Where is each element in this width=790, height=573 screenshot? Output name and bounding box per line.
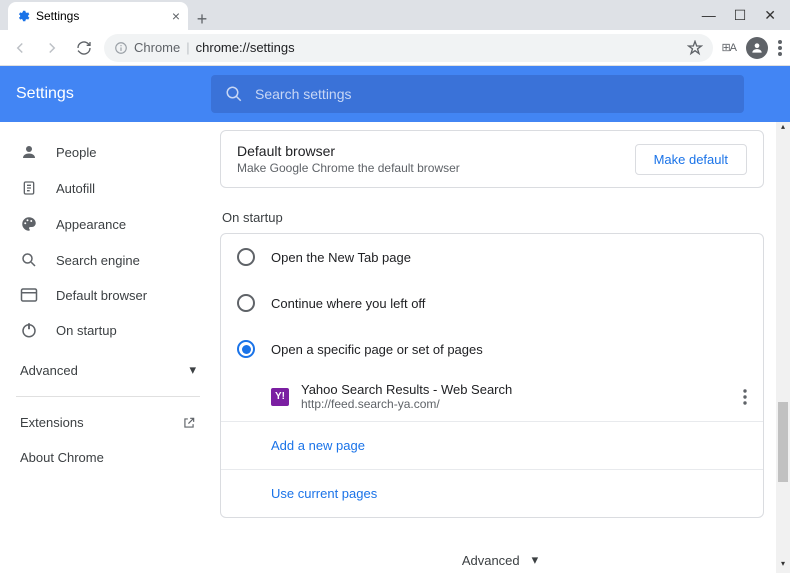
radio-icon [237, 294, 255, 312]
sidebar-advanced[interactable]: Advanced▾ [0, 352, 216, 388]
browser-tab[interactable]: Settings × [8, 2, 188, 30]
sidebar-item-search[interactable]: Search engine [0, 242, 216, 278]
reload-button[interactable] [72, 36, 96, 60]
sidebar-item-extensions[interactable]: Extensions [0, 405, 216, 440]
default-browser-title: Default browser [237, 143, 460, 159]
forward-button[interactable] [40, 36, 64, 60]
advanced-footer[interactable]: Advanced ▾ [216, 518, 784, 573]
tab-close-icon[interactable]: × [172, 8, 180, 24]
radio-icon [237, 248, 255, 266]
omnibox-prefix: Chrome [134, 40, 180, 55]
omnibox-url: chrome://settings [196, 40, 295, 55]
search-icon [225, 85, 243, 103]
star-icon[interactable] [687, 40, 703, 56]
open-external-icon [182, 416, 196, 430]
startup-page-url: http://feed.search-ya.com/ [301, 397, 512, 411]
sidebar-item-about[interactable]: About Chrome [0, 440, 216, 475]
add-new-page-link[interactable]: Add a new page [221, 422, 763, 469]
search-icon [20, 251, 38, 269]
translate-icon[interactable]: ⊞A [721, 41, 736, 54]
back-button[interactable] [8, 36, 32, 60]
page-title: Settings [16, 85, 191, 103]
startup-option-newtab[interactable]: Open the New Tab page [221, 234, 763, 280]
maximize-button[interactable]: ☐ [734, 7, 747, 24]
titlebar: Settings × + — ☐ ✕ [0, 0, 790, 30]
gear-icon [16, 9, 30, 23]
chevron-down-icon: ▾ [189, 362, 196, 378]
scroll-down-icon[interactable]: ▾ [776, 559, 790, 573]
person-icon [20, 143, 38, 161]
search-settings-input[interactable]: Search settings [211, 75, 744, 113]
startup-page-title: Yahoo Search Results - Web Search [301, 382, 512, 397]
default-browser-card: Default browser Make Google Chrome the d… [220, 130, 764, 188]
search-placeholder: Search settings [255, 86, 352, 102]
clipboard-icon [20, 179, 38, 197]
sidebar: People Autofill Appearance Search engine… [0, 122, 216, 573]
divider [16, 396, 200, 397]
kebab-menu-icon[interactable] [778, 40, 782, 56]
make-default-button[interactable]: Make default [635, 144, 747, 175]
startup-option-continue[interactable]: Continue where you left off [221, 280, 763, 326]
sidebar-item-autofill[interactable]: Autofill [0, 170, 216, 206]
settings-header: Settings Search settings [0, 66, 790, 122]
main-content: Default browser Make Google Chrome the d… [216, 122, 790, 573]
startup-page-row: Y! Yahoo Search Results - Web Search htt… [221, 372, 763, 421]
scrollbar-thumb[interactable] [778, 402, 788, 482]
tab-title: Settings [36, 9, 79, 23]
info-icon [114, 41, 128, 55]
omnibox[interactable]: Chrome | chrome://settings [104, 34, 713, 62]
toolbar-right: ⊞A [721, 37, 782, 59]
default-browser-subtitle: Make Google Chrome the default browser [237, 161, 460, 175]
address-bar: Chrome | chrome://settings ⊞A [0, 30, 790, 66]
scrollbar[interactable]: ▴ ▾ [776, 122, 790, 573]
startup-option-specific[interactable]: Open a specific page or set of pages [221, 326, 763, 372]
power-icon [20, 321, 38, 339]
sidebar-item-people[interactable]: People [0, 134, 216, 170]
startup-section-title: On startup [222, 210, 784, 225]
palette-icon [20, 215, 38, 233]
use-current-pages-link[interactable]: Use current pages [221, 470, 763, 517]
radio-selected-icon [237, 340, 255, 358]
browser-icon [20, 287, 38, 303]
chevron-down-icon: ▾ [532, 552, 539, 568]
sidebar-item-startup[interactable]: On startup [0, 312, 216, 348]
new-tab-button[interactable]: + [188, 9, 216, 30]
sidebar-item-default-browser[interactable]: Default browser [0, 278, 216, 312]
close-window-button[interactable]: ✕ [764, 7, 776, 24]
page-kebab-menu[interactable] [743, 389, 747, 405]
favicon-yahoo-icon: Y! [271, 388, 289, 406]
settings-page: People Autofill Appearance Search engine… [0, 122, 790, 573]
minimize-button[interactable]: — [702, 7, 716, 24]
profile-avatar[interactable] [746, 37, 768, 59]
startup-card: Open the New Tab page Continue where you… [220, 233, 764, 518]
sidebar-item-appearance[interactable]: Appearance [0, 206, 216, 242]
scroll-up-icon[interactable]: ▴ [776, 122, 790, 136]
window-controls: — ☐ ✕ [702, 7, 790, 30]
